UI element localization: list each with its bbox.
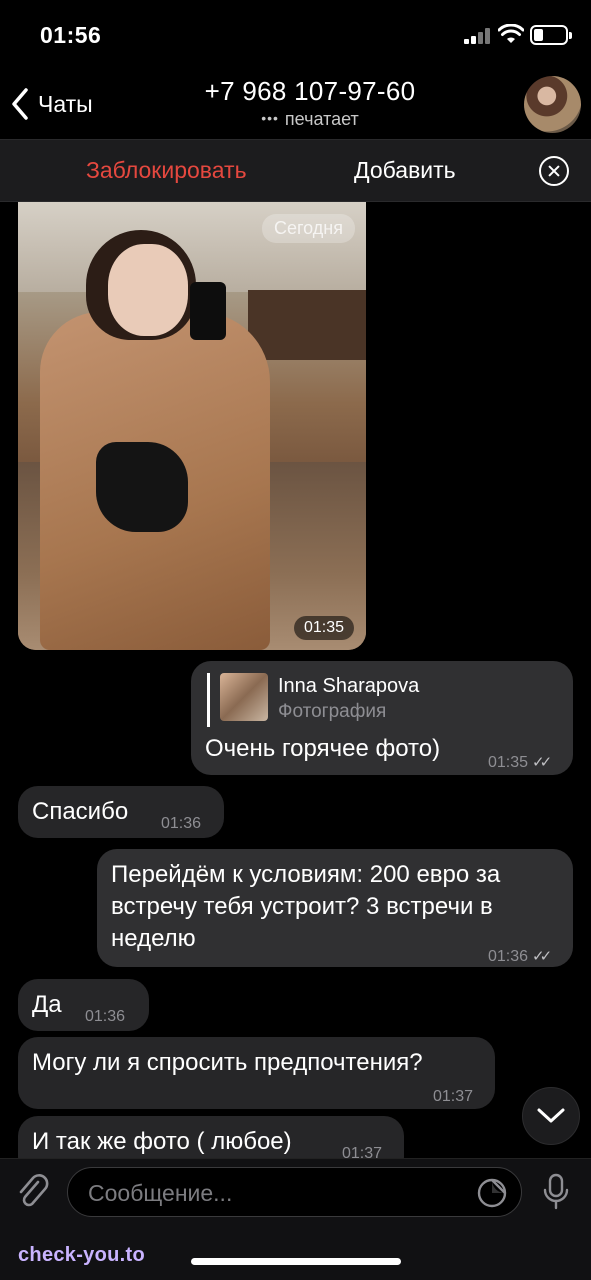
message-bubble-in[interactable]: И так же фото ( любое) 01:37 xyxy=(18,1116,404,1158)
close-icon[interactable] xyxy=(539,156,569,186)
avatar[interactable] xyxy=(524,76,581,133)
message-bubble-out[interactable]: Перейдём к условиям: 200 евро за встречу… xyxy=(97,849,573,967)
back-button[interactable]: Чаты xyxy=(10,84,93,124)
message-meta: 01:36 ✓✓ xyxy=(488,941,552,973)
microphone-icon[interactable] xyxy=(541,1173,571,1211)
wifi-icon xyxy=(498,24,524,43)
message-bubble-out[interactable]: Inna Sharapova Фотография Очень горячее … xyxy=(191,661,573,775)
reply-preview[interactable]: Inna Sharapova Фотография xyxy=(207,673,419,727)
sticker-icon[interactable] xyxy=(477,1178,507,1208)
reply-type: Фотография xyxy=(278,701,387,722)
message-text: Очень горячее фото) xyxy=(205,735,441,762)
reply-thumbnail xyxy=(220,673,268,721)
photo-detail xyxy=(190,282,226,340)
message-time: 01:37 xyxy=(433,1088,474,1105)
message-text: Могу ли я спросить предпочтения? xyxy=(32,1049,423,1076)
message-bubble-in[interactable]: Могу ли я спросить предпочтения? 01:37 xyxy=(18,1037,495,1109)
block-button[interactable]: Заблокировать xyxy=(86,157,247,184)
scroll-down-button[interactable] xyxy=(522,1087,580,1145)
chevron-down-icon xyxy=(537,1108,565,1123)
reply-author: Inna Sharapova xyxy=(278,675,420,697)
watermark: check-you.to xyxy=(18,1244,145,1266)
message-text: Да xyxy=(32,991,62,1018)
back-label: Чаты xyxy=(38,90,93,117)
typing-label: печатает xyxy=(284,109,359,129)
message-text: Спасибо xyxy=(32,798,129,825)
chat-header: Чаты +7 968 107-97-60 ••• печатает xyxy=(0,70,591,138)
message-text: И так же фото ( любое) xyxy=(32,1128,292,1155)
chevron-left-icon xyxy=(12,88,28,120)
date-badge: Сегодня xyxy=(262,214,355,243)
message-input[interactable]: Сообщение... xyxy=(67,1167,522,1217)
signal-icon xyxy=(464,28,492,44)
read-checks-icon: ✓✓ xyxy=(532,948,552,965)
message-time: 01:36 xyxy=(488,948,529,965)
read-checks-icon: ✓✓ xyxy=(532,754,552,771)
home-indicator[interactable] xyxy=(191,1258,401,1265)
message-time: 01:37 xyxy=(342,1145,383,1158)
action-bar: Заблокировать Добавить xyxy=(0,139,591,202)
status-time: 01:56 xyxy=(40,22,102,48)
typing-dots-icon: ••• xyxy=(261,110,279,126)
message-time: 01:36 xyxy=(161,815,202,832)
photo-message[interactable]: Сегодня 01:35 xyxy=(18,202,366,650)
photo-detail xyxy=(96,442,188,532)
status-bar: 01:56 xyxy=(0,0,591,70)
message-bubble-in[interactable]: Да 01:36 xyxy=(18,979,149,1031)
chat-title: +7 968 107-97-60 xyxy=(204,76,416,106)
message-list[interactable]: Сегодня 01:35 Inna Sharapova Фотография … xyxy=(0,202,591,1158)
photo-time: 01:35 xyxy=(293,616,354,640)
message-bubble-in[interactable]: Спасибо 01:36 xyxy=(18,786,224,838)
add-contact-button[interactable]: Добавить xyxy=(354,157,456,184)
message-placeholder: Сообщение... xyxy=(88,1180,233,1206)
message-meta: 01:35 ✓✓ xyxy=(488,747,552,779)
typing-status: ••• печатает xyxy=(120,109,500,130)
message-time: 01:36 xyxy=(85,1008,126,1025)
paperclip-icon[interactable] xyxy=(16,1173,50,1211)
photo-detail xyxy=(248,290,366,360)
battery-icon xyxy=(530,25,572,45)
chat-title-area[interactable]: +7 968 107-97-60 ••• печатает xyxy=(120,76,500,130)
photo-detail xyxy=(108,244,188,336)
message-time: 01:35 xyxy=(488,754,529,771)
